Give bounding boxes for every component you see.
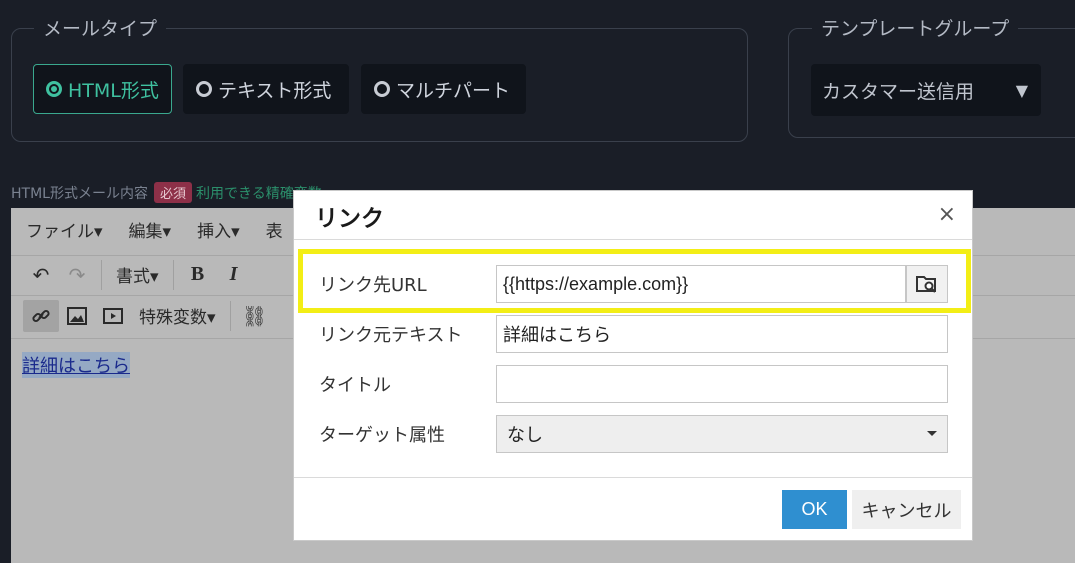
selected-link-text[interactable]: 詳細はこちら [22, 352, 130, 378]
radio-multipart-label: マルチパート [396, 79, 511, 102]
radio-unselected-icon [374, 81, 390, 97]
menu-edit[interactable]: 編集▾ [129, 217, 172, 242]
undo-icon[interactable]: ↶ [23, 259, 59, 291]
radio-selected-icon [46, 81, 62, 97]
mail-type-legend: メールタイプ [34, 15, 167, 45]
content-label-row: HTML形式メール内容 必須 利用できる精確変数 [11, 182, 322, 203]
dropdown-triangle-icon: ▼ [1015, 81, 1028, 100]
template-group-value: カスタマー送信用 [822, 80, 975, 103]
format-menu-button[interactable]: 書式▾ [108, 262, 167, 287]
radio-html-label: HTML形式 [68, 79, 159, 102]
image-icon[interactable] [59, 300, 95, 332]
target-value: なし [507, 425, 543, 445]
title-input[interactable] [496, 365, 948, 403]
redo-icon[interactable]: ↷ [59, 259, 95, 291]
content-label: HTML形式メール内容 [11, 185, 148, 202]
special-variables-button[interactable]: 特殊変数▾ [131, 303, 224, 328]
italic-icon[interactable]: I [216, 259, 252, 291]
link-icon[interactable]: ⛓ [237, 300, 273, 332]
toolbar-divider [101, 259, 102, 290]
caret-down-icon [927, 431, 937, 436]
link-text-label: リンク元テキスト [319, 325, 463, 346]
title-label: タイトル [319, 375, 391, 396]
cancel-button[interactable]: キャンセル [852, 490, 961, 529]
toolbar-divider [229, 300, 231, 331]
dialog-divider [294, 477, 972, 478]
close-icon[interactable]: × [938, 202, 956, 227]
toolbar-divider [172, 259, 174, 290]
link-dialog: リンク × リンク先URL {{https://example.com}} リン… [293, 190, 973, 541]
dialog-divider [294, 239, 972, 240]
radio-unselected-icon [196, 81, 212, 97]
ok-button[interactable]: OK [782, 490, 847, 529]
template-group-select[interactable]: カスタマー送信用 ▼ [811, 64, 1041, 116]
required-badge: 必須 [153, 182, 192, 203]
target-select[interactable]: なし [496, 415, 948, 453]
radio-text-label: テキスト形式 [218, 79, 332, 102]
media-icon[interactable] [95, 300, 131, 332]
link-icon[interactable] [23, 299, 59, 332]
radio-multipart[interactable]: マルチパート [361, 64, 526, 114]
radio-html-format[interactable]: HTML形式 [33, 64, 172, 114]
bold-icon[interactable]: B [180, 259, 216, 291]
url-row-highlight [298, 249, 971, 313]
menu-file[interactable]: ファイル▾ [26, 217, 103, 242]
menu-table[interactable]: 表 [266, 217, 283, 242]
dialog-title: リンク [315, 206, 384, 232]
menu-insert[interactable]: 挿入▾ [197, 217, 240, 242]
template-group-legend: テンプレートグループ [812, 15, 1019, 45]
radio-text-format[interactable]: テキスト形式 [183, 64, 349, 114]
target-label: ターゲット属性 [319, 425, 445, 446]
link-text-input[interactable]: 詳細はこちら [496, 315, 948, 353]
